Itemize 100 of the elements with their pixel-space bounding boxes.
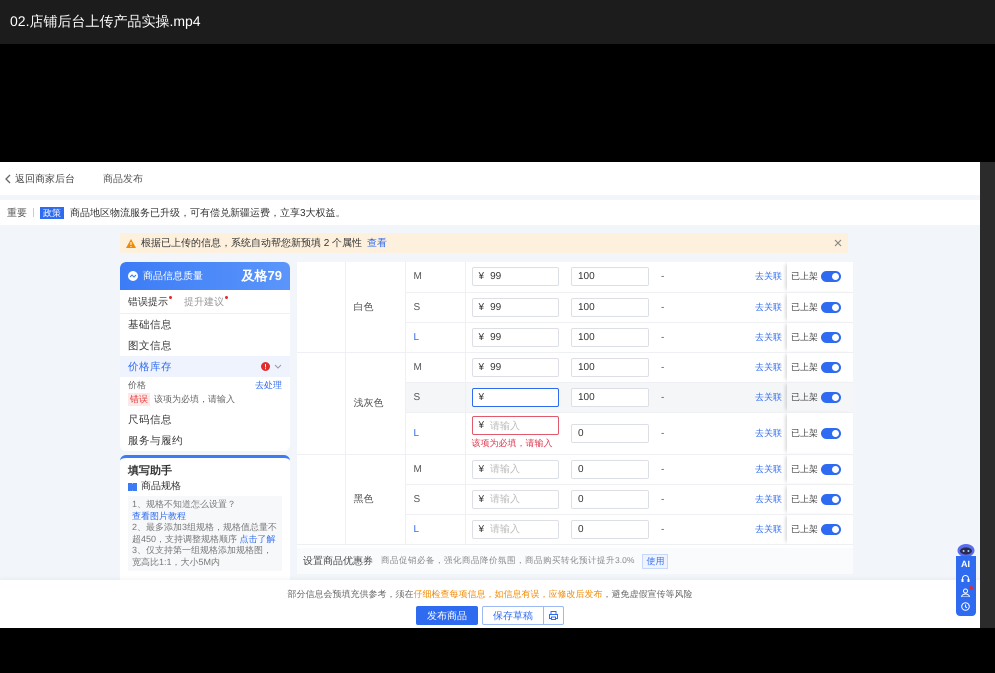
price-field[interactable]: ¥ 99 bbox=[472, 298, 559, 316]
size-label: S bbox=[414, 302, 420, 312]
link-action[interactable]: 去关联 bbox=[753, 302, 784, 312]
link-action[interactable]: 去关联 bbox=[753, 362, 784, 372]
stock-field[interactable]: 100 bbox=[571, 388, 649, 406]
table-cell: - bbox=[661, 494, 664, 504]
table-cell: - bbox=[661, 271, 664, 282]
toggle-switch[interactable] bbox=[821, 494, 841, 504]
table-cell: - bbox=[661, 332, 664, 342]
table-cell: - bbox=[661, 428, 664, 438]
link-action[interactable]: 去关联 bbox=[753, 332, 784, 342]
size-label: L bbox=[414, 428, 420, 438]
view-link[interactable]: 查看 bbox=[367, 236, 388, 250]
size-label: S bbox=[414, 392, 420, 402]
link-action[interactable]: 去关联 bbox=[753, 464, 784, 474]
stock-field[interactable]: 0 bbox=[571, 424, 649, 442]
toggle-switch[interactable] bbox=[821, 271, 841, 282]
price-field[interactable]: ¥ 99 bbox=[472, 267, 559, 286]
page-title: 商品发布 bbox=[103, 172, 143, 186]
price-field[interactable]: ¥ 请输入 bbox=[472, 416, 559, 435]
error-tag: 错误 bbox=[128, 393, 150, 406]
table-cell: - bbox=[661, 302, 664, 312]
size-label: M bbox=[414, 271, 422, 282]
toggle-switch[interactable] bbox=[821, 332, 841, 342]
stock-field[interactable]: 0 bbox=[571, 460, 649, 478]
status-label: 已上架 bbox=[791, 462, 818, 476]
close-icon[interactable] bbox=[834, 239, 842, 247]
status-label: 已上架 bbox=[791, 522, 818, 536]
warning-icon bbox=[126, 238, 136, 248]
toggle-switch[interactable] bbox=[821, 524, 841, 534]
link-action[interactable]: 去关联 bbox=[753, 524, 784, 534]
stock-field[interactable]: 100 bbox=[571, 328, 649, 346]
back-link[interactable]: 返回商家后台 bbox=[5, 172, 75, 186]
error-message: 该项为必填，请输入 bbox=[472, 437, 554, 450]
toggle-switch[interactable] bbox=[821, 428, 841, 438]
policy-tag: 政策 bbox=[40, 206, 64, 218]
size-label: M bbox=[414, 464, 422, 474]
back-icon bbox=[5, 174, 11, 184]
price-field[interactable]: ¥ 99 bbox=[472, 358, 559, 376]
helper-section: 商品规格 bbox=[141, 480, 181, 494]
stock-field[interactable]: 0 bbox=[571, 490, 649, 508]
panel-tab[interactable]: 错误提示 bbox=[128, 294, 172, 308]
price-field[interactable]: ¥ bbox=[472, 388, 559, 406]
coupon-description: 商品促销必备，强化商品降价氛围，商品购买转化预计提升3.0% bbox=[381, 555, 634, 567]
tip-text: 1、规格不知道怎么设置？ 查看图片教程 bbox=[132, 499, 238, 522]
clock-icon[interactable] bbox=[961, 602, 970, 611]
stock-field[interactable]: 0 bbox=[571, 520, 649, 538]
toggle-switch[interactable] bbox=[821, 464, 841, 474]
use-tag[interactable]: 使用 bbox=[642, 554, 668, 568]
toggle-switch[interactable] bbox=[821, 362, 841, 372]
link-action[interactable]: 去关联 bbox=[753, 494, 784, 504]
handle-link[interactable]: 去处理 bbox=[255, 379, 282, 391]
nav-item[interactable]: 服务与履约 bbox=[120, 430, 290, 451]
table-cell: - bbox=[661, 392, 664, 402]
toggle-switch[interactable] bbox=[821, 302, 841, 312]
publish-notice: 部分信息会预填充供参考，须在仔细检查每项信息，如信息有误，应修改后发布，避免虚假宣传等风险 bbox=[288, 588, 692, 601]
nav-item[interactable]: 基础信息 bbox=[120, 314, 290, 335]
alert-text: 根据已上传的信息，系统自动帮您新预填 2 个属性 bbox=[141, 236, 362, 250]
status-label: 已上架 bbox=[791, 360, 818, 374]
headset-icon[interactable] bbox=[961, 574, 970, 583]
status-label: 已上架 bbox=[791, 270, 818, 284]
status-label: 已上架 bbox=[791, 492, 818, 506]
robot-icon[interactable] bbox=[956, 543, 974, 557]
tip-text: 2、最多添加3组规格，规格值总量不超450，支持调整规格顺序 点击了解 bbox=[132, 522, 278, 545]
issue-field: 价格 bbox=[128, 379, 146, 391]
stock-field[interactable]: 100 bbox=[571, 298, 649, 316]
color-name: 浅灰色 bbox=[354, 398, 384, 409]
helper-title: 填写助手 bbox=[128, 464, 173, 479]
issue-message: 该项为必填，请输入 bbox=[154, 393, 235, 406]
table-cell: - bbox=[661, 362, 664, 372]
tip-link[interactable]: 查看图片教程 bbox=[132, 510, 186, 520]
coupon-label: 设置商品优惠券 bbox=[303, 554, 373, 568]
table-cell: - bbox=[661, 524, 664, 534]
ai-button[interactable]: AI bbox=[961, 559, 970, 569]
video-title: 02.店铺后台上传产品实操.mp4 bbox=[10, 13, 201, 31]
stock-field[interactable]: 100 bbox=[571, 267, 649, 286]
link-action[interactable]: 去关联 bbox=[753, 271, 784, 282]
publish-button[interactable]: 发布商品 bbox=[416, 606, 478, 625]
nav-item[interactable]: 尺码信息 bbox=[120, 409, 290, 430]
nav-item[interactable]: 图文信息 bbox=[120, 335, 290, 356]
price-field[interactable]: ¥ 99 bbox=[472, 328, 559, 346]
table-cell: - bbox=[661, 464, 664, 474]
stock-field[interactable]: 100 bbox=[571, 358, 649, 376]
status-label: 已上架 bbox=[791, 300, 818, 314]
user-icon[interactable] bbox=[961, 588, 970, 597]
print-button[interactable] bbox=[544, 606, 564, 625]
tip-link[interactable]: 点击了解 bbox=[240, 534, 276, 544]
link-action[interactable]: 去关联 bbox=[753, 428, 784, 438]
size-label: L bbox=[414, 332, 420, 342]
toggle-switch[interactable] bbox=[821, 392, 841, 402]
color-name: 白色 bbox=[354, 302, 374, 313]
status-label: 已上架 bbox=[791, 390, 818, 404]
price-field[interactable]: ¥ 请输入 bbox=[472, 460, 559, 478]
quality-score: 及格79 bbox=[242, 267, 282, 285]
nav-item[interactable]: 价格库存 bbox=[120, 356, 290, 377]
save-draft-button[interactable]: 保存草稿 bbox=[482, 606, 544, 625]
price-field[interactable]: ¥ 请输入 bbox=[472, 490, 559, 508]
price-field[interactable]: ¥ 请输入 bbox=[472, 520, 559, 538]
status-label: 已上架 bbox=[791, 330, 818, 344]
quality-title: 商品信息质量 bbox=[143, 270, 203, 283]
